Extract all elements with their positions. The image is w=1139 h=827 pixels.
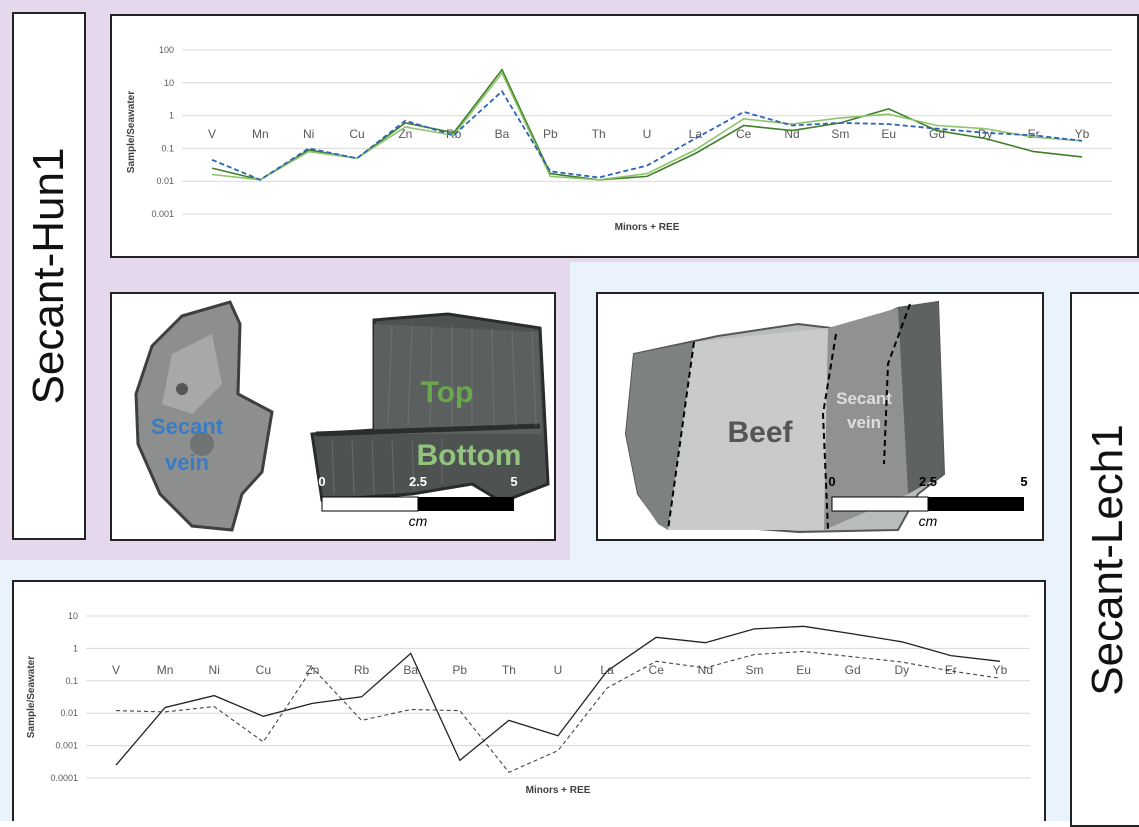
y-tick-label: 100 xyxy=(159,45,174,55)
x-category-label: Ni xyxy=(209,663,220,677)
scale-unit: cm xyxy=(919,513,938,529)
y-tick-label: 0.01 xyxy=(60,708,78,718)
x-category-label: Pb xyxy=(452,663,467,677)
y-axis-label: Sample/Seawater xyxy=(126,91,137,173)
x-category-label: Sm xyxy=(745,663,763,677)
x-category-label: Yb xyxy=(993,663,1008,677)
y-tick-label: 0.1 xyxy=(65,676,78,686)
y-tick-label: 10 xyxy=(68,611,78,621)
x-category-label: Nd xyxy=(698,663,713,677)
chart-bottom: 1010.10.010.0010.0001V Mn Ni Cu Zn Rb Ba Pb Th U L… xyxy=(26,611,1030,796)
x-category-label: Ce xyxy=(649,663,665,677)
x-category-label: U xyxy=(643,127,652,141)
chart-panel-bottom: 10 1 0.1 0.01 0.001 0.0001 V Mn Ni Cu Zn Rb Ba Pb Th U L… xyxy=(12,580,1046,821)
hand-specimen-photo-hun1: Secant vein Top Bottom 0 2.5 5 cm xyxy=(134,300,550,532)
x-category-label: La xyxy=(600,663,614,677)
photo-panel-hun1: Secant vein Top Bottom 0 2.5 5 cm xyxy=(110,292,556,541)
x-category-label: V xyxy=(208,127,216,141)
x-category-label: Mn xyxy=(157,663,174,677)
scale-tick: 2.5 xyxy=(919,474,937,489)
x-category-label: U xyxy=(554,663,563,677)
photo-panel-lech1: Beef Secant vein 0 2.5 5 cm xyxy=(596,292,1044,541)
y-tick-label: 0.0001 xyxy=(50,773,78,783)
label-box-right: Secant-Lech1 xyxy=(1070,292,1139,827)
x-category-label: Pb xyxy=(543,127,558,141)
label-beef: Beef xyxy=(727,416,793,449)
scale-tick: 0 xyxy=(828,474,835,489)
scale-tick: 5 xyxy=(510,474,517,489)
series-line xyxy=(115,625,1001,766)
x-category-label: Gd xyxy=(845,663,861,677)
x-category-label: Rb xyxy=(354,663,370,677)
hand-specimen-photo-lech1: Beef Secant vein 0 2.5 5 cm xyxy=(624,300,1028,534)
label-bottom: Bottom xyxy=(417,439,522,472)
label-secant: Secant xyxy=(836,389,892,408)
x-category-label: Sm xyxy=(831,127,849,141)
y-tick-label: 0.001 xyxy=(55,741,78,751)
x-category-label: Eu xyxy=(796,663,811,677)
label-vein: vein xyxy=(165,450,209,475)
x-category-label: Yb xyxy=(1075,127,1090,141)
y-tick-label: 1 xyxy=(73,643,78,653)
label-vein: vein xyxy=(847,413,881,432)
x-category-label: Cu xyxy=(256,663,271,677)
label-secant-lech1: Secant-Lech1 xyxy=(1082,423,1132,696)
series-line xyxy=(211,68,1083,181)
x-category-label: La xyxy=(689,127,703,141)
y-tick-label: 0.01 xyxy=(156,176,174,186)
y-tick-label: 10 xyxy=(164,78,174,88)
x-category-label: Zn xyxy=(398,127,412,141)
scale-tick: 2.5 xyxy=(409,474,427,489)
x-category-label: Ba xyxy=(495,127,510,141)
x-category-label: Th xyxy=(502,663,516,677)
x-category-label: Er xyxy=(1028,127,1040,141)
x-axis-label: Minors + REE xyxy=(615,222,680,233)
x-category-label: V xyxy=(112,663,120,677)
label-secant-hun1: Secant-Hun1 xyxy=(24,147,73,405)
scale-tick: 5 xyxy=(1020,474,1027,489)
x-category-label: Dy xyxy=(894,663,909,677)
label-box-left: Secant-Hun1 xyxy=(12,12,86,540)
chart-top: 1001010.10.010.001V Mn Ni Cu Zn Rb Ba Pb Th U La Ce… xyxy=(126,45,1112,233)
x-category-label: Eu xyxy=(881,127,896,141)
y-tick-label: 1 xyxy=(169,111,174,121)
scale-unit: cm xyxy=(409,513,428,529)
x-category-label: Cu xyxy=(349,127,364,141)
scale-tick: 0 xyxy=(318,474,325,489)
x-category-label: Th xyxy=(592,127,606,141)
x-category-label: Ni xyxy=(303,127,314,141)
label-top: Top xyxy=(421,376,474,409)
y-axis-label: Sample/Seawater xyxy=(26,656,37,738)
label-secant: Secant xyxy=(151,414,224,439)
x-axis-label: Minors + REE xyxy=(526,785,591,796)
x-category-label: Mn xyxy=(252,127,269,141)
y-tick-label: 0.1 xyxy=(161,143,174,153)
y-tick-label: 0.001 xyxy=(151,209,174,219)
chart-panel-top: 100 10 1 0.1 0.01 0.001 V Mn Ni Cu Zn Rb Ba Pb Th U La Ce… xyxy=(110,14,1139,258)
